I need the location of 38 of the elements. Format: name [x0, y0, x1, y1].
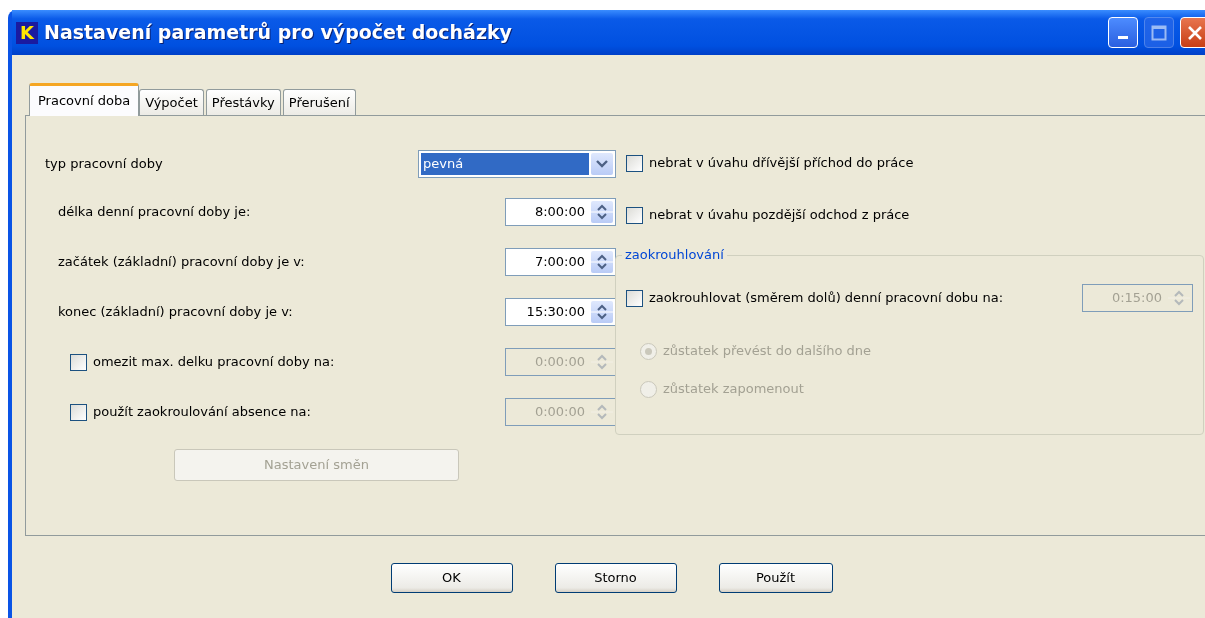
checkbox-label: nebrat v úvahu pozdější odchod z práce [649, 206, 910, 225]
checkbox-label: nebrat v úvahu dřívější příchod do práce [649, 154, 914, 173]
dialog-button[interactable]: Použít [718, 563, 833, 593]
maximize-icon [1151, 24, 1167, 41]
spin-arrows-icon [591, 351, 613, 373]
checkbox[interactable] [626, 289, 643, 307]
spin-arrows-icon [591, 301, 613, 323]
spin-arrows-icon [591, 401, 613, 423]
checkbox-label: zaokrouhlovat (směrem dolů) denní pracovní dobu na: [649, 289, 1004, 308]
tab[interactable]: Přerušení [282, 89, 356, 115]
time-spinbox[interactable]: 8:00:00 [505, 198, 616, 226]
field-label: délka denní pracovní doby je: [58, 203, 251, 222]
checkbox[interactable] [626, 154, 643, 172]
radio-label: zůstatek převést do dalšího dne [663, 342, 872, 361]
app-icon: K [16, 21, 38, 44]
dropdown[interactable]: pevná [418, 150, 616, 178]
close-button[interactable] [1180, 17, 1205, 48]
time-spinbox[interactable]: 7:00:00 [505, 248, 616, 276]
window-title: Nastavení parametrů pro výpočet docházky [44, 20, 513, 46]
field-label: začátek (základní) pracovní doby je v: [58, 253, 305, 272]
checkbox-label: použít zaokroulování absence na: [93, 403, 311, 422]
spin-arrows-icon [591, 251, 613, 273]
spin-arrows-icon [1168, 287, 1190, 309]
time-spinbox[interactable]: 15:30:00 [505, 298, 616, 326]
dialog-button[interactable]: Storno [554, 563, 677, 593]
field-label: konec (základní) pracovní doby je v: [58, 303, 293, 322]
checkbox[interactable] [626, 206, 643, 224]
minimize-icon [1118, 36, 1128, 39]
radio-label: zůstatek zapomenout [663, 380, 804, 399]
field-label: typ pracovní doby [45, 155, 163, 174]
minimize-button[interactable] [1108, 17, 1138, 48]
checkbox-label: omezit max. delku pracovní doby na: [93, 353, 335, 372]
tab[interactable]: Přestávky [205, 89, 281, 115]
tab[interactable]: Výpočet [139, 89, 204, 115]
dialog-button[interactable]: OK [390, 563, 513, 593]
close-icon [1187, 24, 1203, 41]
tab[interactable]: Pracovní doba [29, 83, 140, 116]
spin-arrows-icon [591, 201, 613, 223]
